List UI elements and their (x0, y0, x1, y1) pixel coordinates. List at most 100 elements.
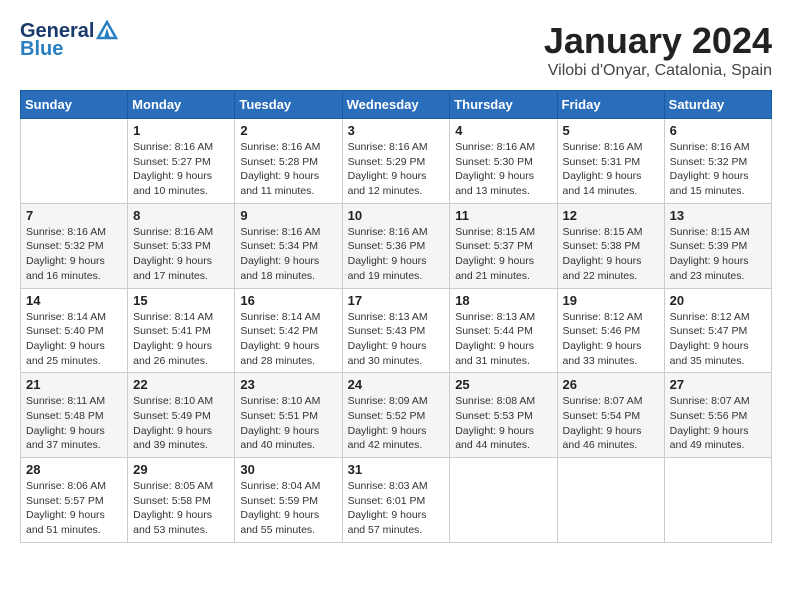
calendar-cell: 16 Sunrise: 8:14 AMSunset: 5:42 PMDaylig… (235, 288, 342, 373)
day-number: 29 (133, 462, 229, 477)
day-detail: Sunrise: 8:13 AMSunset: 5:43 PMDaylight:… (348, 310, 445, 369)
calendar-cell: 20 Sunrise: 8:12 AMSunset: 5:47 PMDaylig… (664, 288, 771, 373)
calendar-cell: 21 Sunrise: 8:11 AMSunset: 5:48 PMDaylig… (21, 373, 128, 458)
day-detail: Sunrise: 8:15 AMSunset: 5:38 PMDaylight:… (563, 225, 659, 284)
day-detail: Sunrise: 8:16 AMSunset: 5:34 PMDaylight:… (240, 225, 336, 284)
day-detail: Sunrise: 8:15 AMSunset: 5:37 PMDaylight:… (455, 225, 551, 284)
calendar-cell: 1 Sunrise: 8:16 AMSunset: 5:27 PMDayligh… (128, 119, 235, 204)
calendar-cell (450, 458, 557, 543)
calendar-cell: 3 Sunrise: 8:16 AMSunset: 5:29 PMDayligh… (342, 119, 450, 204)
day-number: 30 (240, 462, 336, 477)
day-number: 13 (670, 208, 766, 223)
logo-blue: Blue (20, 38, 118, 60)
day-detail: Sunrise: 8:16 AMSunset: 5:29 PMDaylight:… (348, 140, 445, 199)
calendar-week-2: 7 Sunrise: 8:16 AMSunset: 5:32 PMDayligh… (21, 203, 772, 288)
header-monday: Monday (128, 91, 235, 119)
calendar-title: January 2024 (544, 20, 772, 62)
calendar-cell: 12 Sunrise: 8:15 AMSunset: 5:38 PMDaylig… (557, 203, 664, 288)
calendar-cell: 30 Sunrise: 8:04 AMSunset: 5:59 PMDaylig… (235, 458, 342, 543)
calendar-week-4: 21 Sunrise: 8:11 AMSunset: 5:48 PMDaylig… (21, 373, 772, 458)
day-detail: Sunrise: 8:16 AMSunset: 5:32 PMDaylight:… (670, 140, 766, 199)
day-number: 17 (348, 293, 445, 308)
calendar-cell: 15 Sunrise: 8:14 AMSunset: 5:41 PMDaylig… (128, 288, 235, 373)
day-detail: Sunrise: 8:08 AMSunset: 5:53 PMDaylight:… (455, 394, 551, 453)
day-detail: Sunrise: 8:14 AMSunset: 5:40 PMDaylight:… (26, 310, 122, 369)
calendar-header: Sunday Monday Tuesday Wednesday Thursday… (21, 91, 772, 119)
calendar-cell: 13 Sunrise: 8:15 AMSunset: 5:39 PMDaylig… (664, 203, 771, 288)
day-number: 31 (348, 462, 445, 477)
header-row: Sunday Monday Tuesday Wednesday Thursday… (21, 91, 772, 119)
calendar-cell: 24 Sunrise: 8:09 AMSunset: 5:52 PMDaylig… (342, 373, 450, 458)
day-number: 26 (563, 377, 659, 392)
day-number: 3 (348, 123, 445, 138)
day-number: 6 (670, 123, 766, 138)
day-detail: Sunrise: 8:11 AMSunset: 5:48 PMDaylight:… (26, 394, 122, 453)
day-detail: Sunrise: 8:07 AMSunset: 5:56 PMDaylight:… (670, 394, 766, 453)
day-number: 20 (670, 293, 766, 308)
day-number: 23 (240, 377, 336, 392)
day-number: 28 (26, 462, 122, 477)
calendar-subtitle: Vilobi d'Onyar, Catalonia, Spain (544, 62, 772, 80)
calendar-cell (557, 458, 664, 543)
day-detail: Sunrise: 8:16 AMSunset: 5:27 PMDaylight:… (133, 140, 229, 199)
calendar-cell (21, 119, 128, 204)
header-sunday: Sunday (21, 91, 128, 119)
logo: General Blue (20, 20, 118, 60)
calendar-cell: 9 Sunrise: 8:16 AMSunset: 5:34 PMDayligh… (235, 203, 342, 288)
day-detail: Sunrise: 8:13 AMSunset: 5:44 PMDaylight:… (455, 310, 551, 369)
day-number: 21 (26, 377, 122, 392)
calendar-cell: 7 Sunrise: 8:16 AMSunset: 5:32 PMDayligh… (21, 203, 128, 288)
day-detail: Sunrise: 8:12 AMSunset: 5:47 PMDaylight:… (670, 310, 766, 369)
day-number: 25 (455, 377, 551, 392)
day-number: 16 (240, 293, 336, 308)
day-detail: Sunrise: 8:10 AMSunset: 5:51 PMDaylight:… (240, 394, 336, 453)
header-wednesday: Wednesday (342, 91, 450, 119)
day-detail: Sunrise: 8:12 AMSunset: 5:46 PMDaylight:… (563, 310, 659, 369)
calendar-cell: 31 Sunrise: 8:03 AMSunset: 6:01 PMDaylig… (342, 458, 450, 543)
day-number: 9 (240, 208, 336, 223)
day-detail: Sunrise: 8:15 AMSunset: 5:39 PMDaylight:… (670, 225, 766, 284)
calendar-cell: 29 Sunrise: 8:05 AMSunset: 5:58 PMDaylig… (128, 458, 235, 543)
calendar-cell: 27 Sunrise: 8:07 AMSunset: 5:56 PMDaylig… (664, 373, 771, 458)
calendar-week-3: 14 Sunrise: 8:14 AMSunset: 5:40 PMDaylig… (21, 288, 772, 373)
day-detail: Sunrise: 8:10 AMSunset: 5:49 PMDaylight:… (133, 394, 229, 453)
header-friday: Friday (557, 91, 664, 119)
day-detail: Sunrise: 8:07 AMSunset: 5:54 PMDaylight:… (563, 394, 659, 453)
day-number: 15 (133, 293, 229, 308)
day-number: 24 (348, 377, 445, 392)
calendar-cell: 28 Sunrise: 8:06 AMSunset: 5:57 PMDaylig… (21, 458, 128, 543)
calendar-body: 1 Sunrise: 8:16 AMSunset: 5:27 PMDayligh… (21, 119, 772, 543)
day-number: 22 (133, 377, 229, 392)
calendar-cell: 26 Sunrise: 8:07 AMSunset: 5:54 PMDaylig… (557, 373, 664, 458)
title-area: January 2024 Vilobi d'Onyar, Catalonia, … (544, 20, 772, 80)
header-thursday: Thursday (450, 91, 557, 119)
day-number: 19 (563, 293, 659, 308)
calendar-cell: 8 Sunrise: 8:16 AMSunset: 5:33 PMDayligh… (128, 203, 235, 288)
day-number: 10 (348, 208, 445, 223)
day-number: 1 (133, 123, 229, 138)
day-number: 5 (563, 123, 659, 138)
calendar-table: Sunday Monday Tuesday Wednesday Thursday… (20, 90, 772, 543)
day-detail: Sunrise: 8:09 AMSunset: 5:52 PMDaylight:… (348, 394, 445, 453)
day-detail: Sunrise: 8:16 AMSunset: 5:30 PMDaylight:… (455, 140, 551, 199)
day-number: 8 (133, 208, 229, 223)
calendar-cell: 4 Sunrise: 8:16 AMSunset: 5:30 PMDayligh… (450, 119, 557, 204)
day-detail: Sunrise: 8:03 AMSunset: 6:01 PMDaylight:… (348, 479, 445, 538)
day-number: 18 (455, 293, 551, 308)
day-detail: Sunrise: 8:16 AMSunset: 5:32 PMDaylight:… (26, 225, 122, 284)
day-detail: Sunrise: 8:06 AMSunset: 5:57 PMDaylight:… (26, 479, 122, 538)
day-number: 14 (26, 293, 122, 308)
day-number: 7 (26, 208, 122, 223)
day-number: 2 (240, 123, 336, 138)
logo-icon (96, 20, 118, 40)
day-detail: Sunrise: 8:04 AMSunset: 5:59 PMDaylight:… (240, 479, 336, 538)
day-detail: Sunrise: 8:14 AMSunset: 5:42 PMDaylight:… (240, 310, 336, 369)
calendar-week-1: 1 Sunrise: 8:16 AMSunset: 5:27 PMDayligh… (21, 119, 772, 204)
calendar-cell: 23 Sunrise: 8:10 AMSunset: 5:51 PMDaylig… (235, 373, 342, 458)
calendar-week-5: 28 Sunrise: 8:06 AMSunset: 5:57 PMDaylig… (21, 458, 772, 543)
day-number: 11 (455, 208, 551, 223)
day-number: 4 (455, 123, 551, 138)
calendar-cell: 5 Sunrise: 8:16 AMSunset: 5:31 PMDayligh… (557, 119, 664, 204)
calendar-cell (664, 458, 771, 543)
calendar-cell: 19 Sunrise: 8:12 AMSunset: 5:46 PMDaylig… (557, 288, 664, 373)
